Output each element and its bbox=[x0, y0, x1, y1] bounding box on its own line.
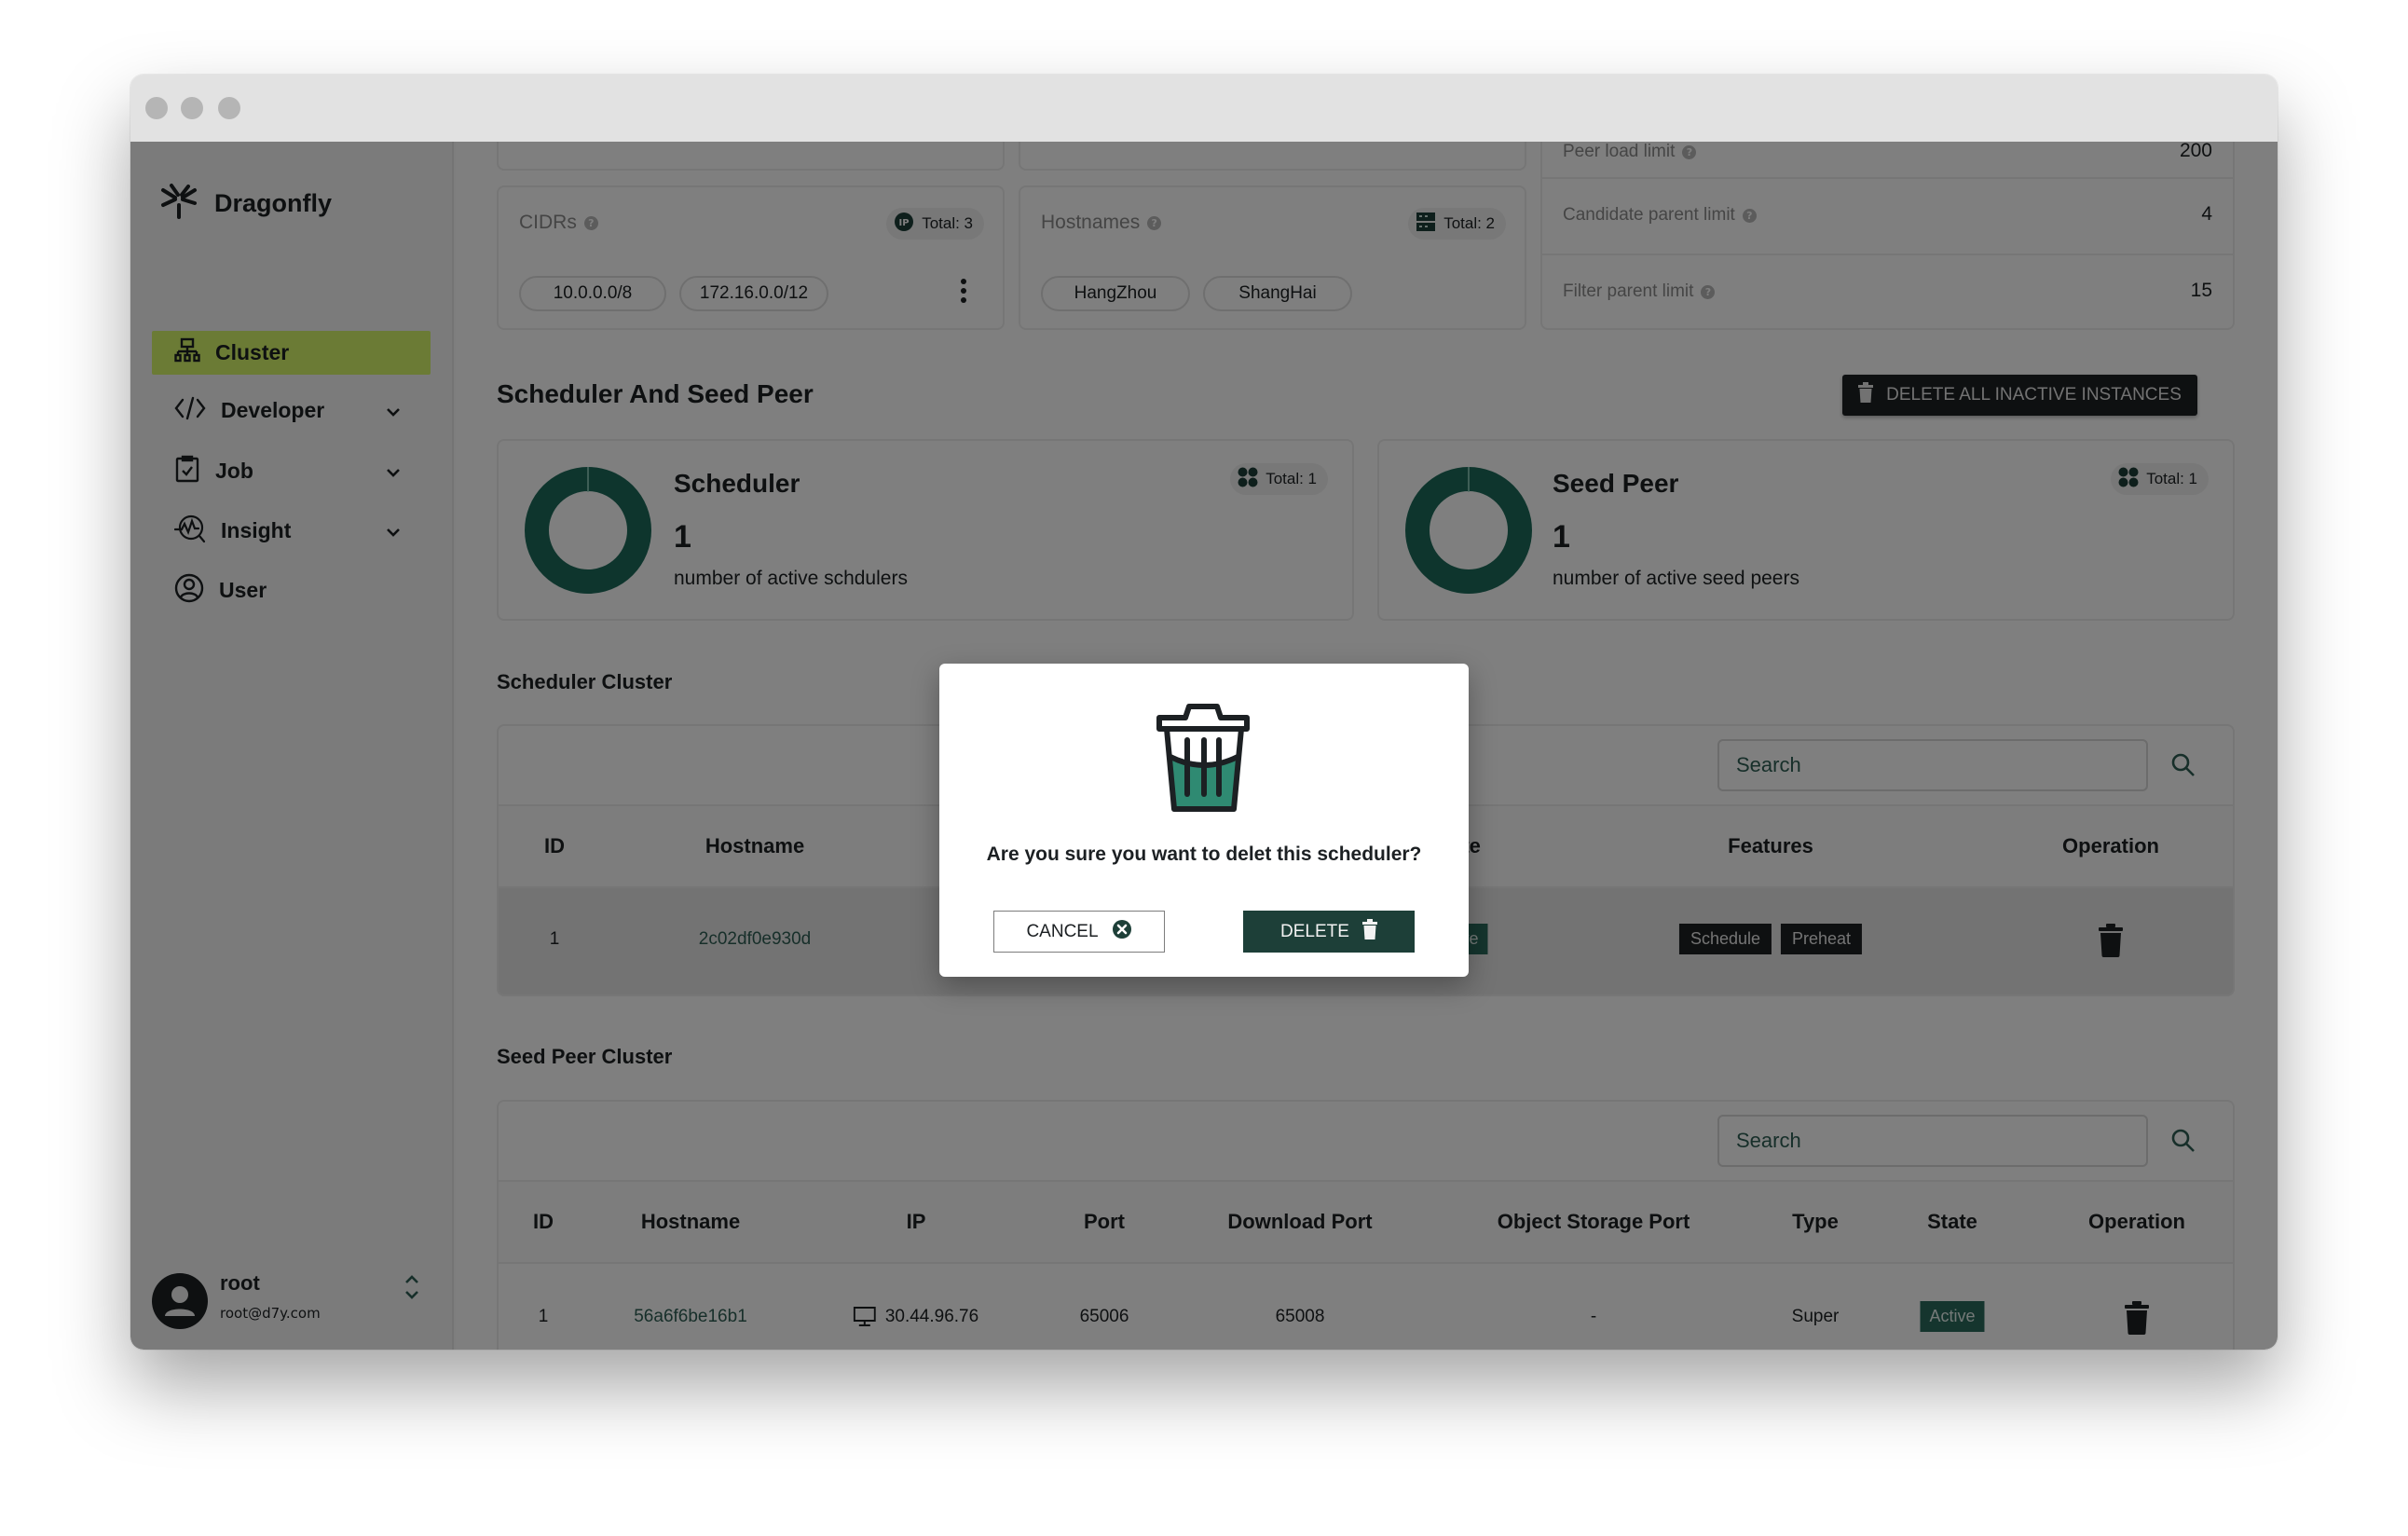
delete-confirm-dialog: Are you sure you want to delet this sche… bbox=[939, 664, 1469, 977]
window-minimize-button[interactable] bbox=[181, 97, 203, 119]
trash-illustration-icon bbox=[1156, 704, 1250, 812]
trash-icon bbox=[1361, 918, 1377, 945]
dialog-message: Are you sure you want to delet this sche… bbox=[986, 843, 1422, 865]
window-maximize-button[interactable] bbox=[218, 97, 240, 119]
window-close-button[interactable] bbox=[145, 97, 168, 119]
app-window: Dragonfly Cluster Developer Job Insight bbox=[130, 75, 2278, 1350]
cancel-button[interactable]: CANCEL bbox=[993, 911, 1165, 953]
window-titlebar bbox=[130, 75, 2278, 142]
app-body: Dragonfly Cluster Developer Job Insight bbox=[130, 142, 2278, 1350]
close-circle-icon bbox=[1112, 919, 1132, 945]
confirm-delete-button[interactable]: DELETE bbox=[1243, 911, 1415, 953]
